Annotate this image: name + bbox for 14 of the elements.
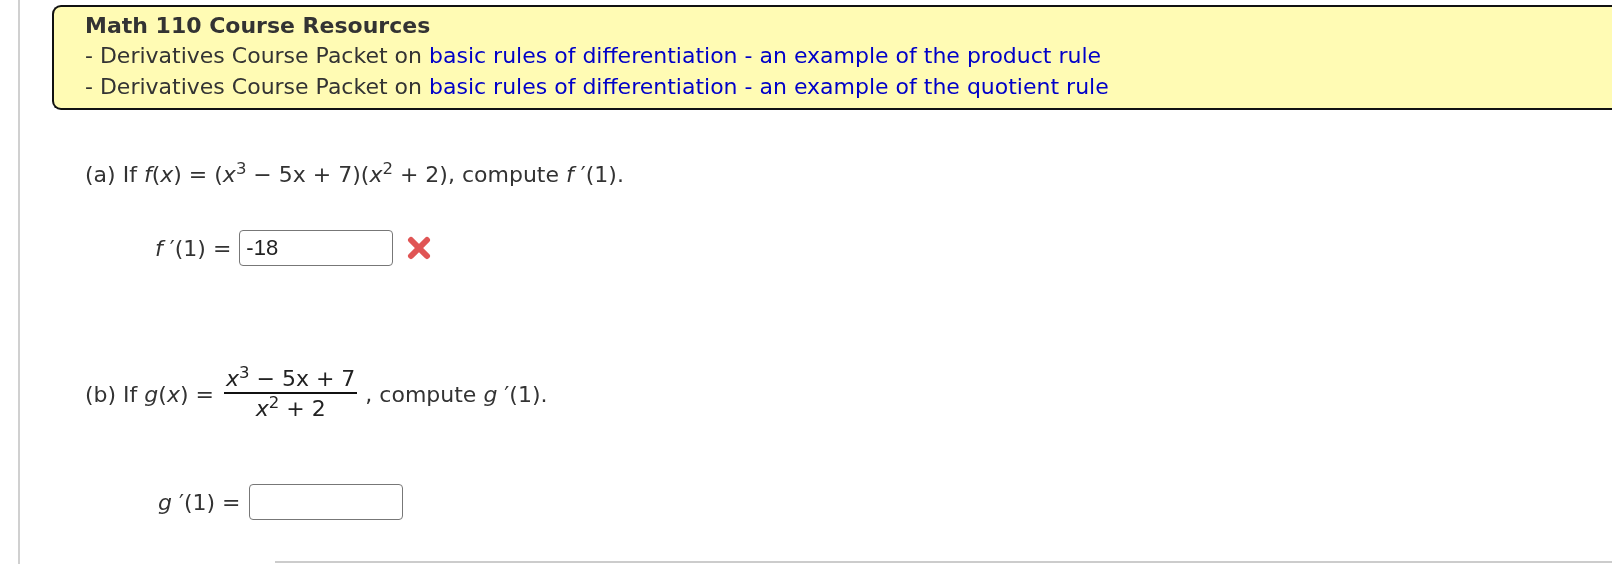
fraction-numerator: x$^{3}$ − 5x + 7: [223, 366, 358, 394]
answer-field[interactable]: -18: [239, 230, 394, 266]
resource-line: - Derivatives Course Packet on basic rules of differentiation - an example of the quotient rule: [85, 73, 1110, 101]
fraction-denominator: x$^{2}$ + 2: [255, 394, 326, 423]
answer-field[interactable]: [248, 484, 403, 520]
resource-link[interactable]: basic rules of differentiation - an example of the product rule: [429, 43, 1102, 68]
answer-label: f ′(1) =: [155, 235, 232, 261]
question-text: , compute g ′(1).: [365, 381, 548, 409]
resource-link[interactable]: basic rules of differentiation - an example of the quotient rule: [429, 74, 1109, 99]
resources-title: Math 110 Course Resources: [85, 12, 432, 40]
question-text: (b) If g(x) =: [85, 381, 214, 409]
question-text: (a) If f(x) = (x$^{3}$ − 5x + 7)(x$^{2}$ + 2), compute f ′(1).: [85, 160, 625, 189]
answer-label: g ′(1) =: [158, 489, 241, 515]
resource-line: - Derivatives Course Packet on basic rules of differentiation - an example of the product rule: [85, 42, 1103, 70]
